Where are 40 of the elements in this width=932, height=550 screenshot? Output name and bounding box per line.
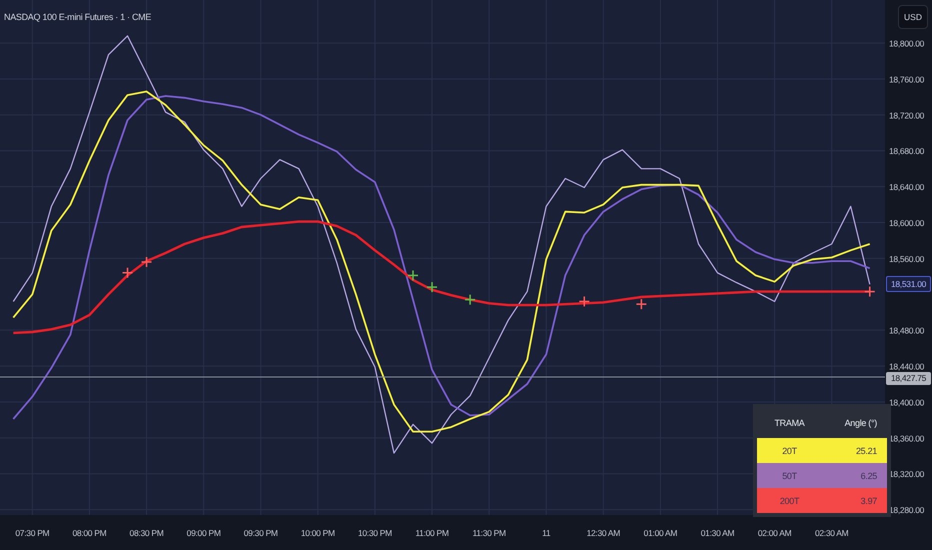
chart-title: NASDAQ 100 E-mini Futures · 1 · CME: [4, 12, 152, 22]
x-axis-label: 02:00 AM: [758, 528, 792, 538]
x-axis-label: 08:00 PM: [72, 528, 106, 538]
table-cell-text: 200T: [778, 496, 800, 506]
x-axis-label: 11: [542, 528, 550, 538]
y-axis-label: 18,600.00: [889, 218, 924, 228]
table-cell-text: 25.21: [854, 446, 878, 456]
y-axis-label: 18,480.00: [889, 326, 924, 336]
x-axis-label: 08:30 PM: [130, 528, 164, 538]
y-axis-label: 18,320.00: [889, 469, 924, 480]
x-axis-label: 07:30 PM: [15, 528, 50, 538]
y-axis-label: 18,720.00: [889, 110, 924, 120]
y-axis-label: 18,400.00: [889, 397, 924, 408]
y-axis-label: 18,440.00: [889, 362, 924, 372]
x-axis-label: 01:00 AM: [644, 528, 678, 538]
x-axis-label: 11:30 PM: [472, 528, 506, 538]
y-axis-label: 18,280.00: [889, 505, 924, 516]
table-cell-text: 6.25: [860, 470, 878, 480]
price-tag: 18,531.00: [886, 276, 931, 292]
x-axis-label: 09:00 PM: [186, 528, 221, 538]
column-header: TRAMA: [773, 418, 806, 428]
y-axis-label: 18,680.00: [889, 146, 924, 156]
x-axis-label: 10:30 PM: [358, 528, 392, 538]
table-cell-text: 50T: [781, 470, 798, 480]
table-cell-text: 3.97: [860, 496, 878, 506]
y-axis-label: 18,640.00: [889, 182, 924, 192]
x-axis-label: 01:30 AM: [700, 528, 734, 538]
x-axis-label: 12:30 AM: [586, 528, 620, 538]
y-axis-label: 18,560.00: [889, 254, 924, 264]
x-axis-label: 11:00 PM: [415, 528, 449, 538]
y-axis-label: 18,760.00: [889, 74, 924, 84]
column-header: Angle (°): [844, 418, 878, 428]
currency-button[interactable]: USD: [898, 5, 928, 29]
y-axis-label: 18,360.00: [889, 433, 924, 444]
x-axis-label: 02:30 AM: [814, 528, 848, 538]
x-axis-label: 09:30 PM: [244, 528, 278, 538]
table-cell-text: 20T: [781, 446, 798, 456]
price-tag: 18,427.75: [886, 372, 931, 386]
x-axis-label: 10:00 PM: [300, 528, 335, 538]
y-axis-label: 18,800.00: [889, 38, 924, 49]
